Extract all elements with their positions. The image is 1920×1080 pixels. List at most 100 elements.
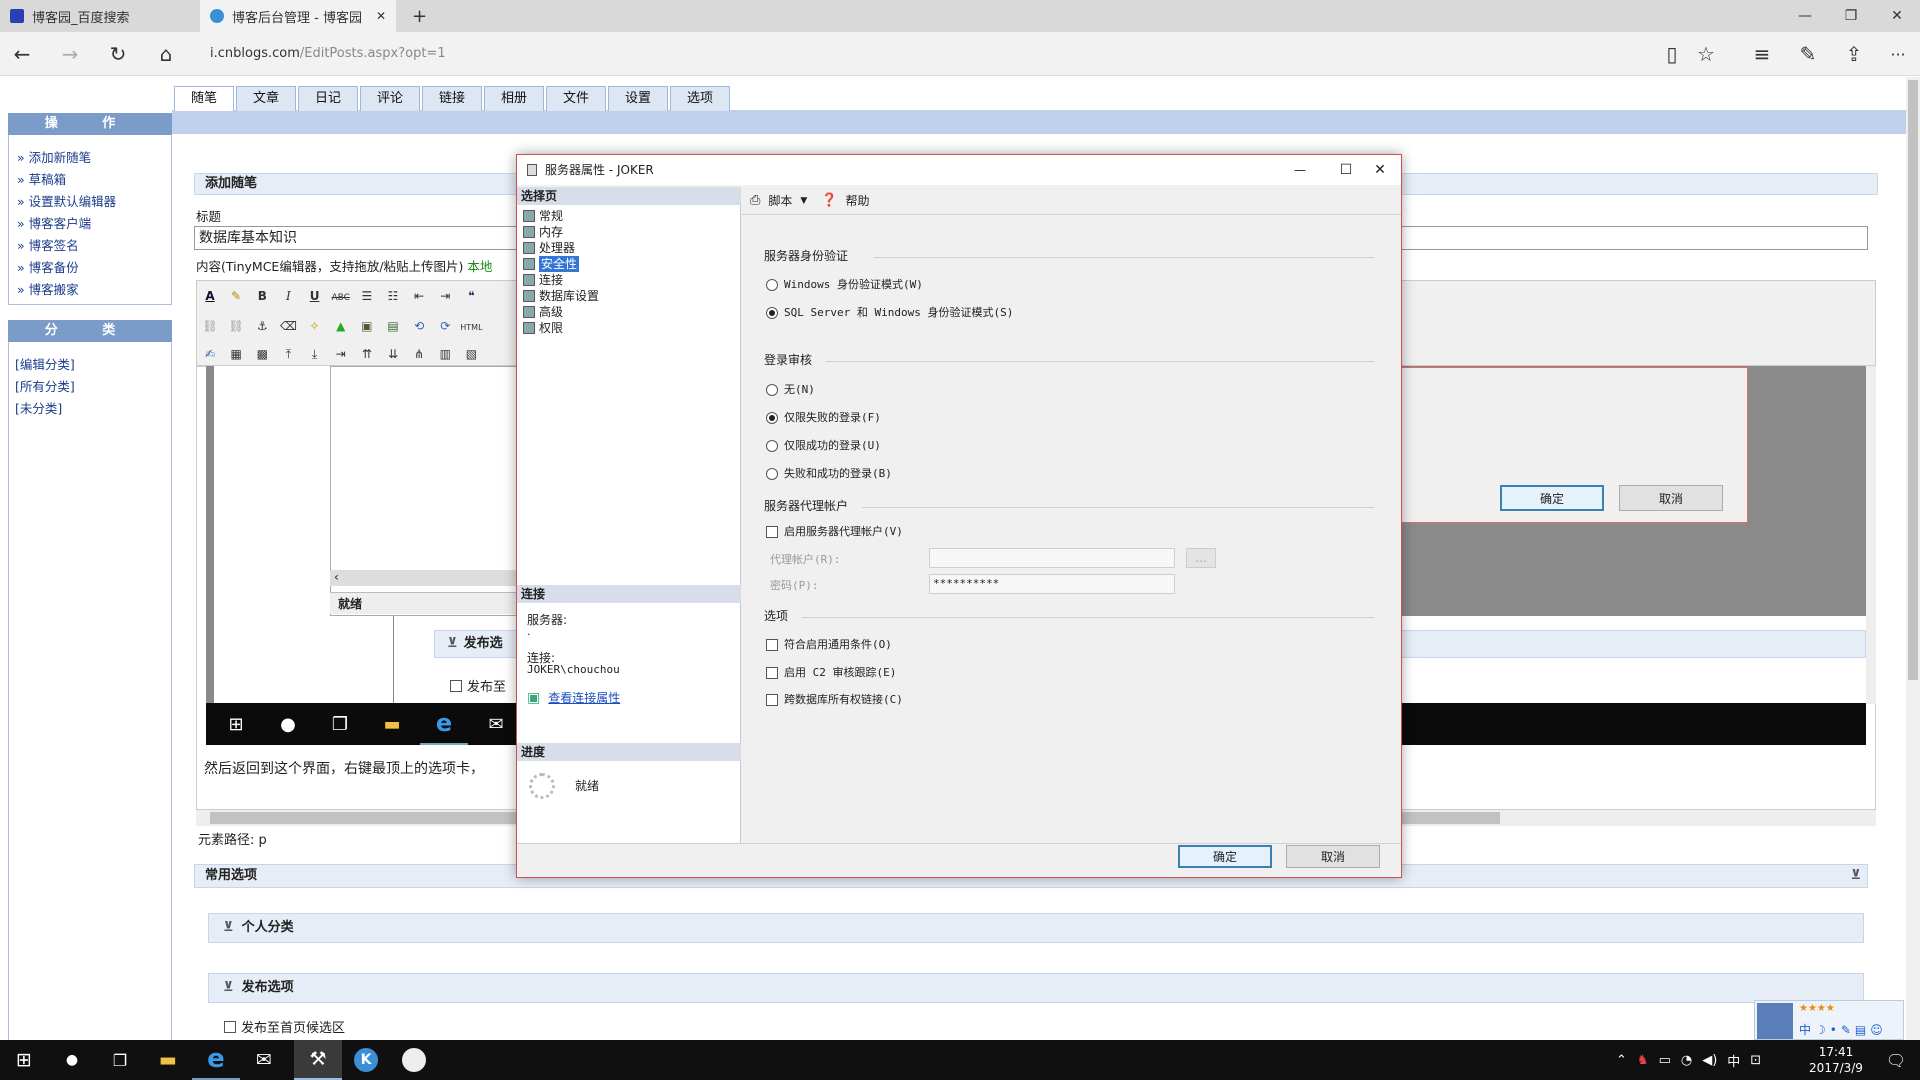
col-after-icon[interactable]: ⇊	[382, 343, 404, 365]
qq-icon[interactable]	[390, 1040, 438, 1080]
code-icon[interactable]: ⟲	[408, 315, 430, 337]
page-general[interactable]: 常规	[523, 208, 563, 224]
web-note-icon[interactable]: ✎	[1794, 40, 1822, 68]
windows-start-icon[interactable]: ⊞	[0, 1040, 48, 1080]
window-minimize-button[interactable]: —	[1782, 0, 1828, 32]
page-memory[interactable]: 内存	[523, 224, 563, 240]
publish-homepage-checkbox[interactable]	[224, 1020, 236, 1033]
bg-ok-button[interactable]: 确定	[1500, 485, 1604, 511]
help-button[interactable]: 帮助	[846, 192, 870, 209]
html-icon[interactable]: HTML	[460, 317, 482, 339]
browser-tab-cnblogs[interactable]: 博客后台管理 - 博客园 ✕	[200, 0, 396, 32]
cortana-icon[interactable]: ●	[48, 1040, 96, 1080]
auth-mixed-option[interactable]: SQL Server 和 Windows 身份验证模式(S)	[766, 304, 1013, 322]
sidebar-item-client[interactable]: » 博客客户端	[9, 213, 171, 235]
sidebar-cat-all[interactable]: [所有分类]	[9, 376, 171, 398]
indent-icon[interactable]: ⇥	[434, 285, 456, 307]
more-icon[interactable]: ···	[1884, 40, 1912, 68]
tray-expand-icon[interactable]: ⌃	[1616, 1053, 1627, 1068]
underline-icon[interactable]: U	[304, 285, 326, 307]
view-connection-link[interactable]: ▣ 查看连接属性	[527, 689, 620, 706]
tab-options[interactable]: 选项	[670, 86, 731, 111]
insert-code-icon[interactable]: ⟳	[434, 315, 456, 337]
cross-db-checkbox[interactable]	[766, 694, 778, 706]
hub-icon[interactable]: ≡	[1748, 40, 1776, 68]
personal-category-bar[interactable]: ⊻ 个人分类	[208, 913, 1864, 943]
tray-battery-icon[interactable]: ▭	[1659, 1053, 1671, 1068]
sidebar-item-default-editor[interactable]: » 设置默认编辑器	[9, 191, 171, 213]
refresh-icon[interactable]: ↻	[104, 40, 132, 68]
highlight-icon[interactable]: ✎	[225, 285, 247, 307]
dialog-cancel-button[interactable]: 取消	[1286, 845, 1380, 868]
page-connections[interactable]: 连接	[523, 272, 563, 288]
collapse-publish-icon[interactable]: ⊻	[223, 980, 234, 995]
collapse-personal-icon[interactable]: ⊻	[223, 920, 234, 935]
tray-ime-indicator[interactable]: 中	[1727, 1051, 1740, 1070]
audit-none-option[interactable]: 无(N)	[766, 381, 815, 399]
edit-icon[interactable]: ✍	[199, 343, 221, 365]
delete-col-icon[interactable]: ⋔	[408, 343, 430, 365]
font-color-icon[interactable]: A	[199, 285, 221, 307]
col-before-icon[interactable]: ⇈	[356, 343, 378, 365]
back-icon[interactable]: ←	[8, 40, 36, 68]
publish-homepage-option[interactable]: 发布至首页候选区	[224, 1017, 345, 1036]
merge-cells-icon[interactable]: ▥	[434, 343, 456, 365]
numbered-list-icon[interactable]: ☷	[382, 285, 404, 307]
browser-tab-baidu[interactable]: 博客园_百度搜索	[0, 0, 200, 32]
page-scrollbar-thumb[interactable]	[1908, 80, 1918, 680]
sidebar-item-add-post[interactable]: » 添加新随笔	[9, 147, 171, 169]
row-after-icon[interactable]: ⤓	[304, 343, 326, 365]
auth-mixed-radio[interactable]	[766, 307, 778, 319]
table-props-icon[interactable]: ▩	[251, 343, 273, 365]
tab-links[interactable]: 链接	[422, 86, 483, 111]
upload-image-icon[interactable]: ▲	[330, 315, 352, 337]
share-icon[interactable]: ⇪	[1840, 40, 1868, 68]
edge-icon[interactable]: e	[192, 1040, 240, 1080]
expand-icon[interactable]: ⊻	[1850, 865, 1861, 887]
italic-icon[interactable]: I	[277, 285, 299, 307]
page-security[interactable]: 安全性	[523, 256, 580, 272]
strikethrough-icon[interactable]: ABC	[330, 287, 352, 309]
proxy-browse-button[interactable]: ...	[1186, 548, 1216, 568]
proxy-account-input[interactable]	[929, 548, 1175, 568]
mail-icon[interactable]: ✉	[240, 1040, 288, 1080]
tab-posts[interactable]: 随笔	[174, 86, 235, 111]
audit-failed-radio[interactable]	[766, 412, 778, 424]
close-tab-icon[interactable]: ✕	[376, 9, 386, 23]
ime-toolbar[interactable]: ★★★★ 中☽•✎▤☺	[1754, 1000, 1904, 1040]
sidebar-cat-uncategorized[interactable]: [未分类]	[9, 398, 171, 420]
bold-icon[interactable]: B	[251, 285, 273, 307]
dialog-ok-button[interactable]: 确定	[1178, 845, 1272, 868]
tray-app-icon[interactable]: ♞	[1637, 1053, 1649, 1068]
proxy-enable-checkbox[interactable]	[766, 526, 778, 538]
tab-diary[interactable]: 日记	[298, 86, 359, 111]
audit-success-option[interactable]: 仅限成功的登录(U)	[766, 437, 881, 455]
common-criteria-option[interactable]: 符合启用通用条件(O)	[766, 636, 892, 654]
tab-settings[interactable]: 设置	[608, 86, 669, 111]
reading-view-icon[interactable]: ▯	[1658, 40, 1686, 68]
forward-icon[interactable]: →	[56, 40, 84, 68]
c2-audit-option[interactable]: 启用 C2 审核跟踪(E)	[766, 664, 896, 682]
new-tab-button[interactable]: +	[402, 0, 432, 32]
proxy-password-input[interactable]: **********	[929, 574, 1175, 594]
page-permissions[interactable]: 权限	[523, 320, 563, 336]
taskbar-clock[interactable]: 17:41 2017/3/9	[1796, 1040, 1876, 1080]
tab-comments[interactable]: 评论	[360, 86, 421, 111]
url-field[interactable]: i.cnblogs.com/EditPosts.aspx?opt=1	[210, 42, 1110, 66]
sidebar-item-migrate[interactable]: » 博客搬家	[9, 279, 171, 301]
tray-input-icon[interactable]: ⊡	[1750, 1053, 1761, 1068]
content-upload-link[interactable]: 本地	[467, 259, 492, 274]
row-before-icon[interactable]: ⤒	[277, 343, 299, 365]
tab-files[interactable]: 文件	[546, 86, 607, 111]
image-icon[interactable]: ▣	[356, 315, 378, 337]
audit-failed-option[interactable]: 仅限失败的登录(F)	[766, 409, 881, 427]
bg-cancel-button[interactable]: 取消	[1619, 485, 1723, 511]
dialog-minimize-button[interactable]: —	[1277, 155, 1323, 185]
sidebar-item-backup[interactable]: » 博客备份	[9, 257, 171, 279]
table-icon[interactable]: ▦	[225, 343, 247, 365]
sidebar-item-drafts[interactable]: » 草稿箱	[9, 169, 171, 191]
favorite-star-icon[interactable]: ☆	[1692, 40, 1720, 68]
split-cells-icon[interactable]: ▧	[460, 343, 482, 365]
tab-articles[interactable]: 文章	[236, 86, 297, 111]
link-icon[interactable]: ⛓	[199, 315, 221, 337]
